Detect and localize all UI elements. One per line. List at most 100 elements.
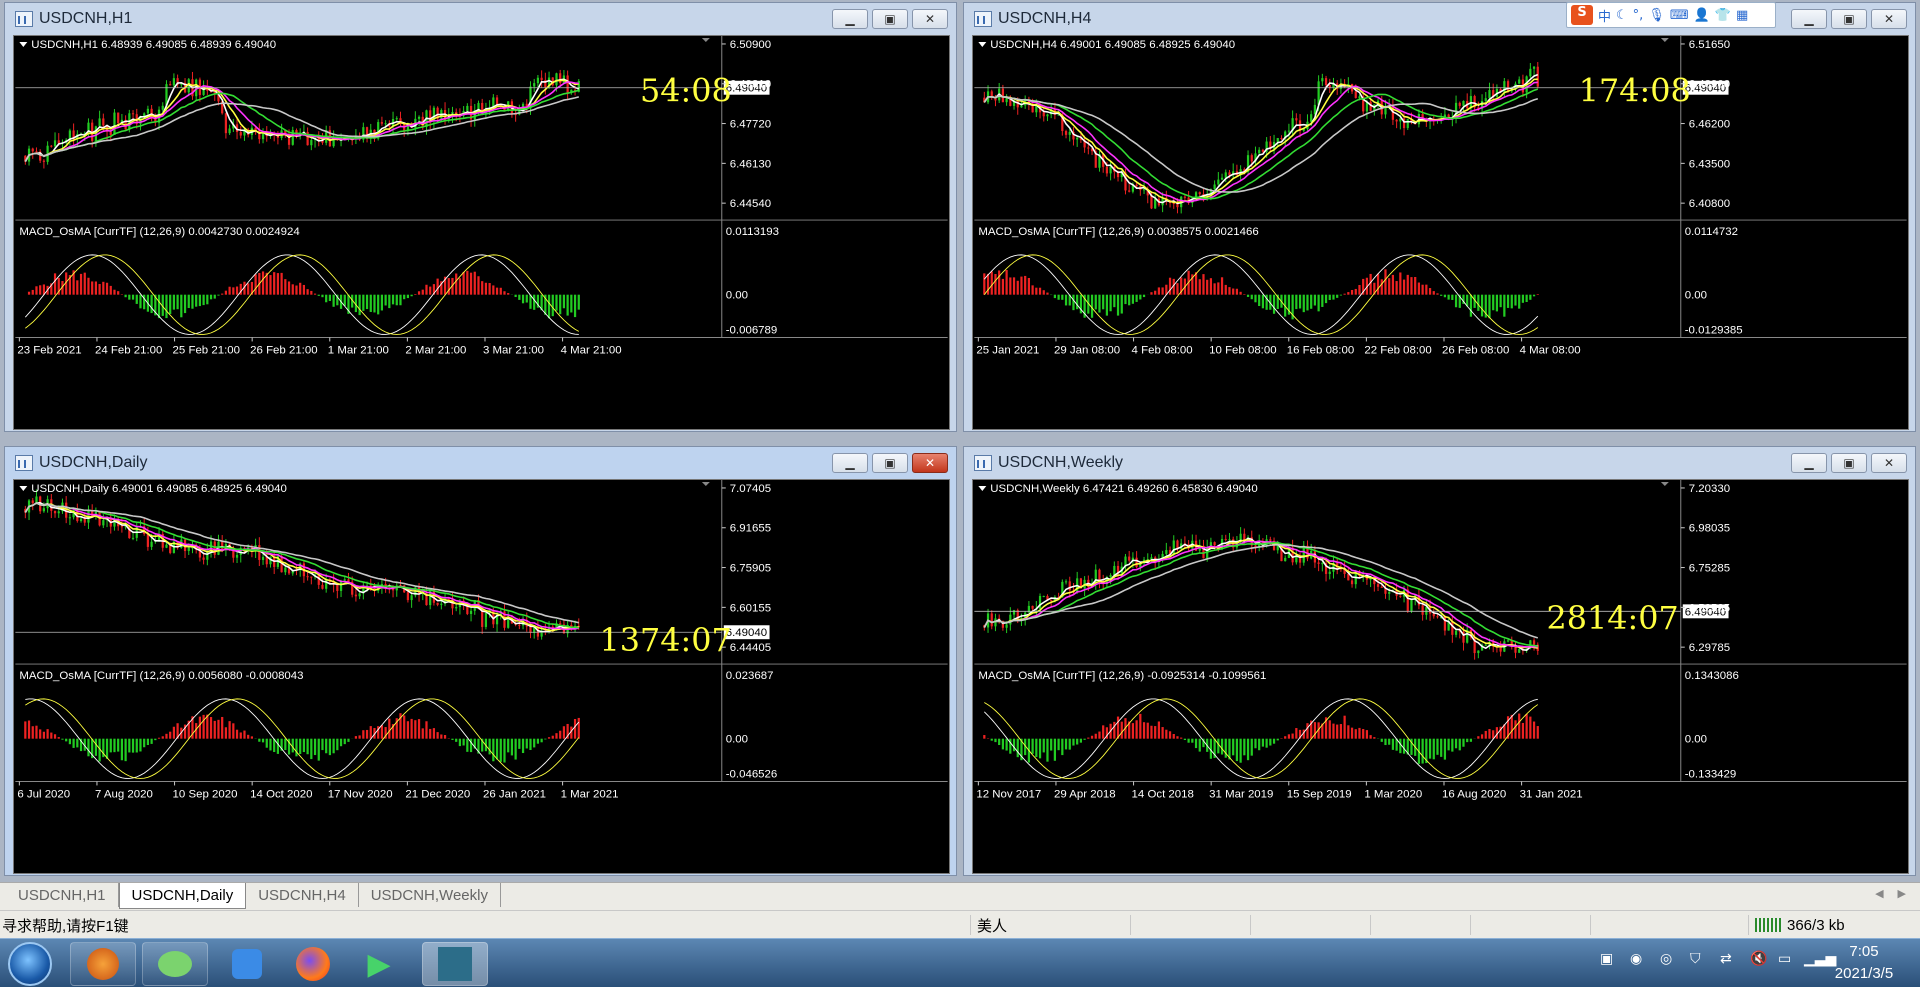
osma-bar xyxy=(547,737,551,739)
taskbar-app-wechat[interactable] xyxy=(142,942,208,986)
chart-window-h1[interactable]: USDCNH,H1 ▁ ▣ ✕ 6.49040 54:08 USDCNH,H1 6.… xyxy=(4,2,957,432)
close-button[interactable]: ✕ xyxy=(912,9,948,29)
chart-area[interactable]: 6.49040 2814:07 USDCNH,Weekly 6.47421 6.49… xyxy=(972,479,1909,874)
title-bar[interactable]: USDCNH,H1 ▁ ▣ ✕ xyxy=(5,3,956,35)
osma-bar xyxy=(544,738,547,740)
osma-bar xyxy=(1451,294,1454,300)
candle-body xyxy=(1228,172,1231,176)
chart-svg[interactable]: 6.490401374:07 USDCNH,Daily 6.49001 6.490… xyxy=(14,480,949,873)
candle-body xyxy=(455,607,458,609)
minimize-button[interactable]: ▁ xyxy=(1791,9,1827,29)
osma-bar xyxy=(1354,729,1357,739)
time-tick-label: 17 Nov 2020 xyxy=(328,788,393,800)
candle-body xyxy=(102,520,105,526)
chart-area[interactable]: 6.49040 54:08 USDCNH,H1 6.48939 6.49085 6.… xyxy=(13,35,950,430)
chart-svg[interactable]: 6.490402814:07USDCNH,Weekly 6.47421 6.49… xyxy=(973,480,1908,873)
tray-volume-icon[interactable]: 🔇 xyxy=(1750,951,1767,967)
osma-bar xyxy=(1399,738,1402,754)
taskbar-clock[interactable]: 7:05 2021/3/5 xyxy=(1826,941,1902,985)
tab-scroll-left-icon[interactable]: ◀ xyxy=(1875,887,1883,900)
taskbar-app-terminal[interactable] xyxy=(422,942,488,986)
tab-usdcnh-h1[interactable]: USDCNH,H1 xyxy=(6,883,119,907)
start-button[interactable] xyxy=(8,942,52,986)
maximize-button[interactable]: ▣ xyxy=(872,9,908,29)
maximize-button[interactable]: ▣ xyxy=(1831,9,1867,29)
osma-bar xyxy=(410,718,413,739)
title-bar[interactable]: USDCNH,Daily ▁ ▣ ✕ xyxy=(5,447,956,479)
candle-body xyxy=(1250,155,1253,162)
osma-bar xyxy=(117,291,120,295)
taskbar-app-fox[interactable] xyxy=(70,942,136,986)
minimize-button[interactable]: ▁ xyxy=(832,9,868,29)
chart-area[interactable]: 6.49040 174:08 USDCNH,H4 6.49001 6.49085 6… xyxy=(972,35,1909,430)
osma-bar xyxy=(1142,722,1146,739)
sogou-icon[interactable]: S xyxy=(1571,5,1593,25)
tray-shield-icon[interactable]: ⛉ xyxy=(1690,951,1701,967)
chart-window-weekly[interactable]: USDCNH,Weekly ▁ ▣ ✕ 6.49040 2814:07 USDCNH… xyxy=(963,446,1916,876)
candle-body xyxy=(109,131,112,135)
minimize-button[interactable]: ▁ xyxy=(1791,453,1827,473)
tab-usdcnh-weekly[interactable]: USDCNH,Weekly xyxy=(359,883,501,907)
close-button[interactable]: ✕ xyxy=(1871,453,1907,473)
moon-icon[interactable]: ☾ xyxy=(1616,8,1628,23)
tab-usdcnh-daily[interactable]: USDCNH,Daily xyxy=(118,883,247,909)
tray-network-icon[interactable]: ⇄ xyxy=(1720,951,1732,967)
osma-bar xyxy=(1035,287,1038,295)
candle-body xyxy=(1328,571,1331,574)
title-bar[interactable]: USDCNH,Weekly ▁ ▣ ✕ xyxy=(964,447,1915,479)
osma-bar xyxy=(1254,738,1257,749)
tray-browser-icon[interactable]: ◉ xyxy=(1630,951,1642,967)
price-tick-label: 6.46130 xyxy=(730,158,771,170)
osma-bar xyxy=(458,738,462,747)
osma-bar xyxy=(313,293,317,295)
osma-bar xyxy=(299,738,302,754)
osma-bar xyxy=(990,738,993,741)
osma-bar xyxy=(1488,294,1491,319)
taskbar-app-firefox[interactable] xyxy=(280,942,346,986)
shift-marker-icon xyxy=(701,37,710,42)
chart-window-h4[interactable]: USDCNH,H4 ▁ ▣ ✕ 6.49040 174:08 USDCNH,H4 6… xyxy=(963,2,1916,432)
tab-scroll-right-icon[interactable]: ▶ xyxy=(1898,887,1906,900)
tray-notes-icon[interactable]: ▣ xyxy=(1600,951,1613,967)
macd-tick-label: -0.133429 xyxy=(1685,768,1737,780)
osma-bar xyxy=(1239,738,1242,763)
osma-bar xyxy=(180,294,183,318)
candle-body xyxy=(202,557,205,560)
maximize-button[interactable]: ▣ xyxy=(872,453,908,473)
shirt-icon[interactable]: 👕 xyxy=(1715,8,1731,23)
osma-bar xyxy=(1428,288,1432,295)
osma-bar xyxy=(432,728,436,739)
chart-svg[interactable]: 6.4904054:08USDCNH,H1 6.48939 6.49085 6.… xyxy=(14,36,949,429)
candle-body xyxy=(1518,649,1521,653)
osma-bar xyxy=(1521,294,1525,303)
chart-svg[interactable]: 6.49040174:08USDCNH,H4 6.49001 6.49085 6… xyxy=(973,36,1908,429)
microphone-icon[interactable]: 🎙 xyxy=(1648,8,1665,23)
macd-tick-label: -0.006789 xyxy=(726,324,778,336)
osma-bar xyxy=(518,294,521,300)
osma-bar xyxy=(1005,270,1008,295)
minimize-button[interactable]: ▁ xyxy=(832,453,868,473)
user-icon[interactable]: 👤 xyxy=(1694,8,1710,23)
candle-body xyxy=(540,77,543,81)
close-button[interactable]: ✕ xyxy=(1871,9,1907,29)
price-tick-label: 6.40800 xyxy=(1689,198,1730,210)
keyboard-icon[interactable]: ⌨ xyxy=(1670,8,1689,23)
time-tick-label: 21 Dec 2020 xyxy=(405,788,470,800)
taskbar-app-player[interactable]: ▶ xyxy=(346,942,412,986)
osma-bar xyxy=(1339,294,1343,296)
maximize-button[interactable]: ▣ xyxy=(1831,453,1867,473)
taskbar-app-notes[interactable] xyxy=(214,942,280,986)
tray-power-icon[interactable]: ▭ xyxy=(1778,951,1791,967)
tray-wechat-icon[interactable]: ◎ xyxy=(1660,951,1672,967)
chart-window-daily[interactable]: USDCNH,Daily ▁ ▣ ✕ 6.49040 1374:07 USDCNH,… xyxy=(4,446,957,876)
close-button[interactable]: ✕ xyxy=(912,453,948,473)
grid-icon[interactable]: ▦ xyxy=(1736,8,1748,23)
candle-body xyxy=(1536,66,1539,87)
punctuation-icon[interactable]: °, xyxy=(1633,8,1644,23)
ime-mode-label[interactable]: 中 xyxy=(1598,6,1611,25)
ime-toolbar[interactable]: S 中 ☾ °, 🎙 ⌨ 👤 👕 ▦ xyxy=(1566,2,1776,28)
chart-area[interactable]: 6.49040 1374:07 USDCNH,Daily 6.49001 6.490… xyxy=(13,479,950,874)
osma-bar xyxy=(1064,294,1068,306)
tab-usdcnh-h4[interactable]: USDCNH,H4 xyxy=(246,883,359,907)
osma-bar xyxy=(1514,720,1517,739)
